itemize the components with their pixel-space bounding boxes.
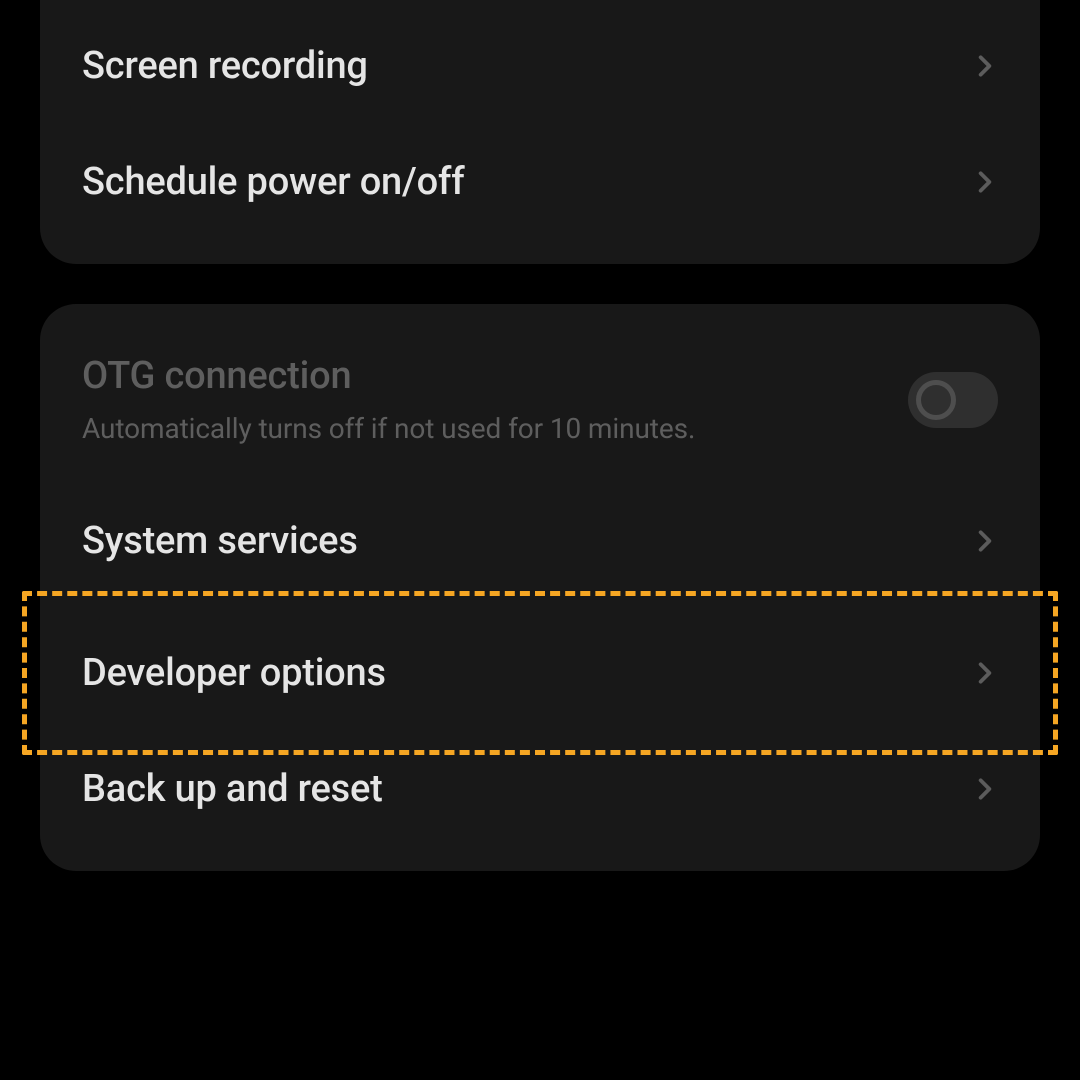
- toggle-knob: [916, 380, 956, 420]
- label-otg-subtitle: Automatically turns off if not used for …: [82, 412, 884, 445]
- row-schedule-power[interactable]: Schedule power on/off: [40, 132, 1040, 264]
- row-developer-options[interactable]: Developer options: [40, 607, 1040, 739]
- toggle-otg[interactable]: [908, 372, 998, 428]
- chevron-right-icon: [972, 776, 998, 802]
- chevron-right-icon: [972, 169, 998, 195]
- label-developer-options: Developer options: [82, 651, 386, 695]
- label-schedule-power: Schedule power on/off: [82, 160, 464, 204]
- row-system-services[interactable]: System services: [40, 475, 1040, 607]
- row-screen-recording[interactable]: Screen recording: [40, 0, 1040, 132]
- label-screen-recording: Screen recording: [82, 44, 368, 88]
- row-otg-connection[interactable]: OTG connection Automatically turns off i…: [40, 304, 1040, 475]
- label-backup-reset: Back up and reset: [82, 767, 383, 811]
- row-backup-reset[interactable]: Back up and reset: [40, 739, 1040, 871]
- chevron-right-icon: [972, 660, 998, 686]
- label-otg-title: OTG connection: [82, 354, 884, 398]
- chevron-right-icon: [972, 528, 998, 554]
- label-system-services: System services: [82, 519, 358, 563]
- chevron-right-icon: [972, 53, 998, 79]
